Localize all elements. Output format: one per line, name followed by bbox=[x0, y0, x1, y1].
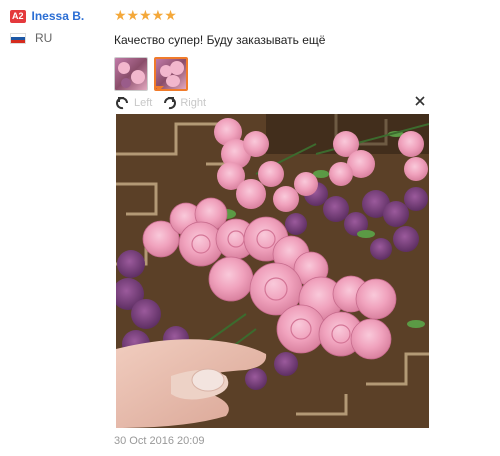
rotate-left-label: Left bbox=[134, 97, 153, 109]
reviewer-header: A2 Inessa B. bbox=[10, 8, 110, 24]
rotate-right-button[interactable]: Right bbox=[160, 95, 206, 111]
thumbnail-photo-1[interactable] bbox=[114, 57, 148, 91]
paper-roses-photo bbox=[116, 114, 429, 428]
close-icon[interactable] bbox=[414, 95, 426, 107]
star-rating: ★★★★★ bbox=[114, 7, 177, 23]
review-date: 30 Oct 2016 20:09 bbox=[114, 435, 205, 447]
rotate-left-icon bbox=[116, 97, 128, 110]
review-content: ★★★★★ Качество супер! Буду заказывать ещ… bbox=[114, 7, 434, 91]
rotate-left-button[interactable]: Left bbox=[114, 95, 152, 111]
reviewer-country: RU bbox=[10, 30, 110, 46]
review-photo bbox=[116, 114, 429, 428]
rotate-right-icon bbox=[164, 97, 177, 110]
viewer-toolbar: Left Right bbox=[114, 92, 430, 114]
review-text: Качество супер! Буду заказывать ещё bbox=[114, 33, 326, 47]
rotate-right-label: Right bbox=[180, 97, 207, 109]
reviewer-info: A2 Inessa B. RU bbox=[10, 8, 110, 46]
photo-viewer: Left Right bbox=[114, 92, 430, 428]
level-badge: A2 bbox=[10, 9, 26, 23]
active-thumbnail-indicator bbox=[154, 86, 164, 91]
russia-flag-icon bbox=[10, 32, 26, 44]
country-code: RU bbox=[35, 31, 53, 45]
reviewer-name[interactable]: Inessa B. bbox=[32, 9, 85, 23]
